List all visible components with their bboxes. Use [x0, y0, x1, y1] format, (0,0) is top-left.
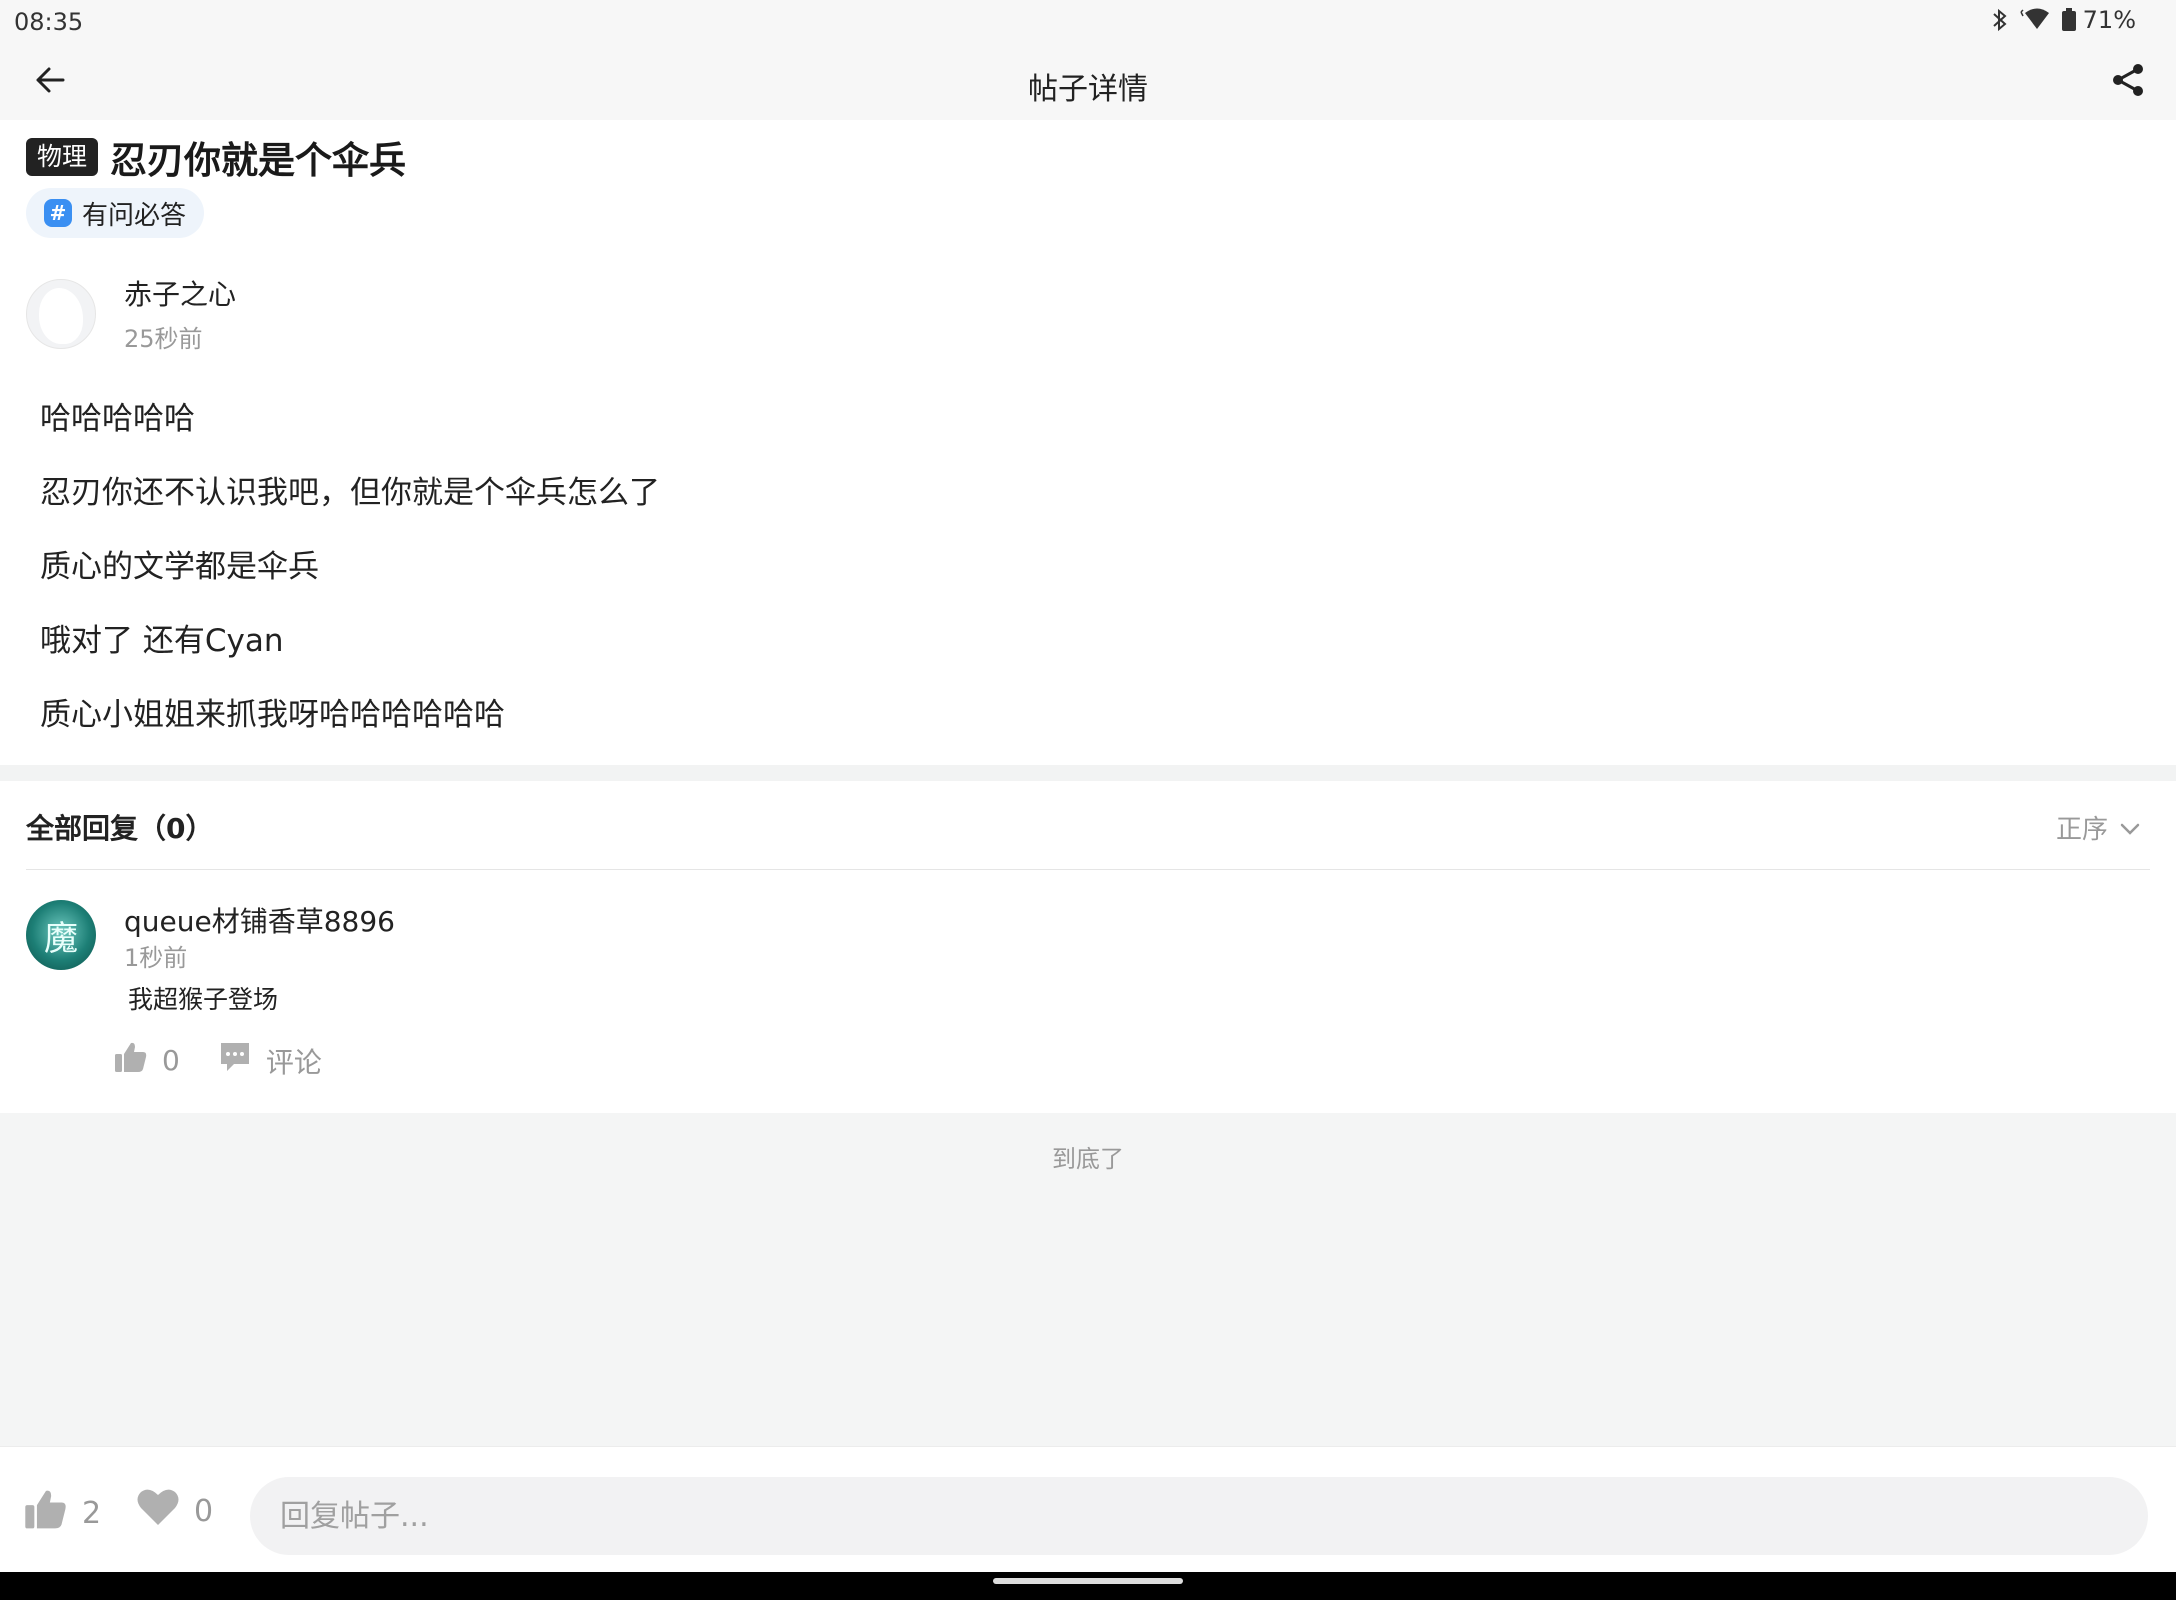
app-bar: 帖子详情	[0, 44, 2176, 120]
section-divider	[0, 765, 2176, 781]
post-line: 哦对了 还有Cyan	[40, 623, 284, 659]
post-line: 忍刃你还不认识我吧，但你就是个伞兵怎么了	[40, 475, 660, 511]
post-line: 质心小姐姐来抓我呀哈哈哈哈哈哈	[40, 697, 505, 733]
reply-actions: 0 评论	[114, 1040, 322, 1081]
battery-percent: 71%	[2082, 6, 2136, 34]
topic-chip[interactable]: # 有问必答	[26, 188, 205, 238]
status-bar: 08:35 71%	[0, 0, 2176, 44]
reply-author-name[interactable]: queue材铺香草8896	[124, 900, 395, 940]
home-indicator[interactable]	[993, 1578, 1183, 1584]
topic-label: 有问必答	[82, 200, 187, 231]
post-line: 质心的文学都是伞兵	[40, 549, 319, 585]
reply-input[interactable]	[250, 1477, 2148, 1555]
post-favorite-button[interactable]: 0	[136, 1487, 213, 1535]
replies-header: 全部回复（0） 正序	[0, 781, 2176, 869]
reply-text: 我超猴子登场	[128, 985, 279, 1014]
post-author[interactable]: 赤子之心 25秒前	[26, 273, 236, 354]
page-title: 帖子详情	[1028, 72, 1148, 107]
reply-comment-label: 评论	[265, 1045, 322, 1079]
avatar-glyph: 魔	[44, 918, 78, 959]
chevron-down-icon	[2120, 813, 2140, 843]
post-timestamp: 25秒前	[124, 325, 203, 353]
hash-icon: #	[44, 199, 72, 227]
share-button[interactable]	[2104, 58, 2152, 106]
post-like-count: 2	[82, 1495, 102, 1531]
bluetooth-icon	[1991, 7, 2009, 33]
bottom-action-bar: 2 0	[0, 1446, 2176, 1572]
thumb-up-icon	[24, 1487, 68, 1539]
reply-item: 魔 queue材铺香草8896 1秒前 我超猴子登场 0 评论	[0, 870, 2176, 1113]
author-name[interactable]: 赤子之心	[124, 273, 236, 313]
post-favorite-count: 0	[194, 1493, 214, 1529]
sort-label: 正序	[2055, 815, 2108, 845]
heart-icon	[136, 1487, 180, 1535]
post-title-row: 物理 忍刃你就是个伞兵	[26, 130, 406, 184]
post: 物理 忍刃你就是个伞兵 # 有问必答 赤子之心 25秒前 哈哈哈哈哈 忍刃你还不…	[0, 120, 2176, 765]
status-icons: 71%	[1991, 6, 2136, 34]
avatar[interactable]: 魔	[26, 900, 96, 970]
reply-comment-button[interactable]: 评论	[218, 1040, 322, 1081]
list-footer: 到底了	[0, 1113, 2176, 1446]
battery-icon	[2061, 7, 2077, 33]
reply-like-button[interactable]: 0	[114, 1040, 180, 1081]
avatar[interactable]	[26, 278, 96, 349]
status-time: 08:35	[14, 8, 84, 36]
reply-timestamp: 1秒前	[124, 944, 188, 972]
wifi-icon	[2015, 7, 2055, 33]
comment-icon	[218, 1040, 252, 1081]
post-line: 哈哈哈哈哈	[40, 401, 195, 437]
end-of-list-text: 到底了	[1052, 1145, 1124, 1173]
system-nav-bar	[0, 1572, 2176, 1600]
post-body: 哈哈哈哈哈 忍刃你还不认识我吧，但你就是个伞兵怎么了 质心的文学都是伞兵 哦对了…	[40, 382, 660, 752]
reply-like-count: 0	[162, 1044, 180, 1077]
post-like-button[interactable]: 2	[24, 1487, 101, 1539]
sort-dropdown[interactable]: 正序	[2056, 809, 2140, 846]
replies-count-title: 全部回复（0）	[26, 812, 214, 845]
post-title: 忍刃你就是个伞兵	[110, 139, 407, 182]
share-icon	[2110, 62, 2146, 102]
thumb-up-icon	[114, 1040, 148, 1081]
subject-tag[interactable]: 物理	[26, 138, 99, 176]
